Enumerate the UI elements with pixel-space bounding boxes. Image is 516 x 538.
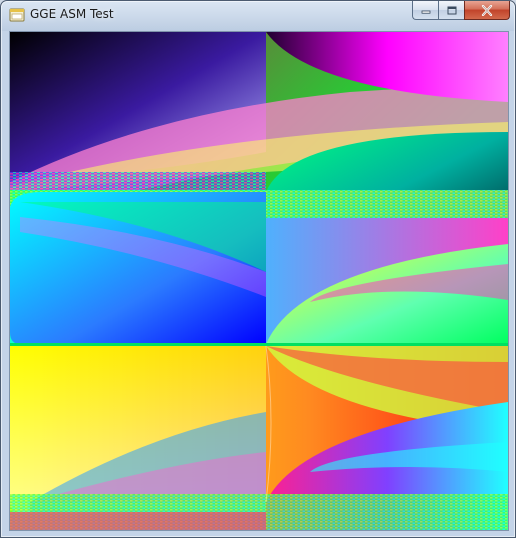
app-window-icon: [9, 8, 25, 22]
minimize-button[interactable]: [412, 1, 438, 20]
caption-buttons: [412, 1, 510, 21]
maximize-icon: [447, 6, 456, 14]
close-button[interactable]: [464, 1, 510, 20]
minimize-icon: [421, 10, 430, 14]
fractal-render: [10, 32, 508, 530]
close-icon: [481, 4, 493, 16]
maximize-button[interactable]: [438, 1, 464, 20]
title-bar[interactable]: GGE ASM Test: [1, 1, 515, 29]
app-window: GGE ASM Test: [0, 0, 516, 538]
window-title: GGE ASM Test: [30, 7, 114, 21]
render-canvas[interactable]: [9, 31, 509, 531]
